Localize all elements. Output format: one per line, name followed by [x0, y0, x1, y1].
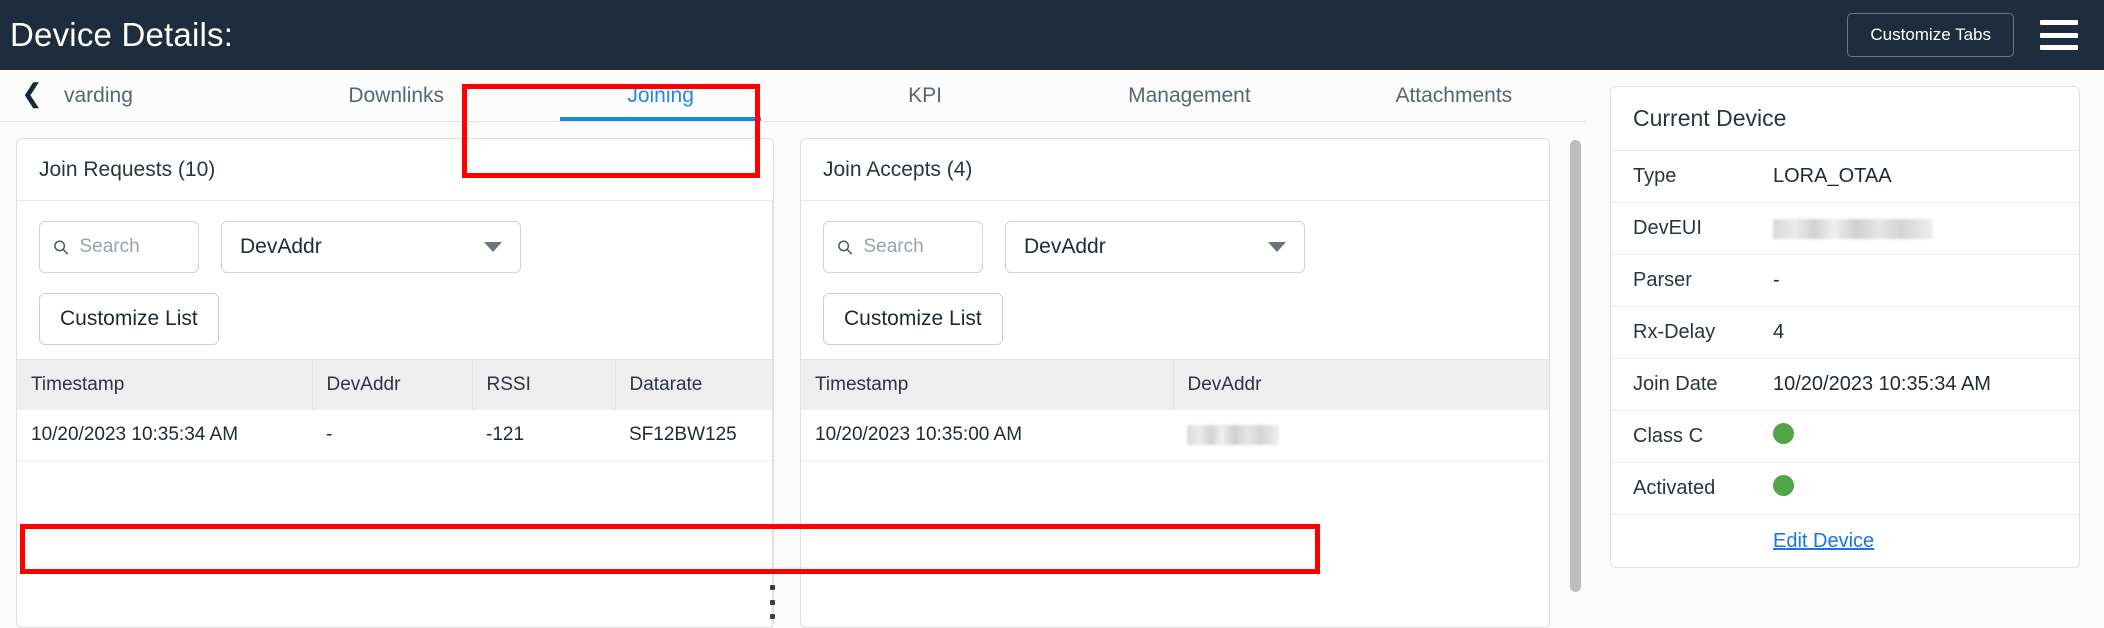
chevron-down-icon [484, 242, 502, 252]
edit-device-link[interactable]: Edit Device [1773, 530, 1874, 553]
row-value [1773, 423, 1794, 450]
column-header-rssi[interactable]: RSSI [472, 359, 616, 410]
app-header: Device Details: Customize Tabs [0, 0, 2104, 70]
cell-devaddr [1173, 410, 1549, 461]
device-row-deveui: DevEUI [1611, 203, 2079, 255]
join-accepts-card: Join Accepts (4) DevAddr Cus [800, 138, 1550, 628]
join-accepts-search-input[interactable] [863, 236, 970, 258]
column-header-datarate[interactable]: Datarate [615, 359, 773, 410]
column-header-timestamp[interactable]: Timestamp [17, 359, 313, 410]
current-device-sidebar: Current Device Type LORA_OTAA DevEUI Par… [1586, 70, 2104, 628]
device-row-activated: Activated [1611, 463, 2079, 515]
tab-forwarding[interactable]: varding [64, 70, 264, 121]
tab-label: Management [1128, 83, 1251, 107]
row-label: Activated [1633, 477, 1716, 499]
current-device-title: Current Device [1611, 87, 2079, 151]
row-label: DevEUI [1633, 217, 1702, 239]
card-right-divider [772, 201, 773, 627]
redacted-devaddr-value [1187, 424, 1279, 445]
join-requests-customize-list-button[interactable]: Customize List [39, 293, 219, 345]
device-row-parser: Parser - [1611, 255, 2079, 307]
tab-label: KPI [908, 83, 942, 107]
row-label: Join Date [1633, 373, 1718, 395]
content-scrollbar[interactable] [1570, 128, 1581, 622]
table-row[interactable]: 10/20/2023 10:35:34 AM - -121 SF12BW125 [17, 410, 773, 461]
join-requests-card: Join Requests (10) DevAddr C [16, 138, 777, 628]
redacted-deveui-value [1773, 218, 1933, 239]
search-icon [54, 240, 69, 255]
column-resize-handle[interactable] [767, 585, 777, 619]
cell-timestamp: 10/20/2023 10:35:34 AM [17, 410, 312, 461]
column-header-timestamp[interactable]: Timestamp [801, 359, 1174, 410]
row-label: Type [1633, 165, 1677, 187]
row-value: 4 [1773, 321, 1785, 343]
tab-label: Attachments [1395, 83, 1513, 107]
status-badge-green-dot-icon [1773, 423, 1794, 444]
tab-management[interactable]: Management [1057, 70, 1321, 121]
row-label: Rx-Delay [1633, 321, 1716, 343]
handle-dot [769, 614, 775, 619]
tabs-scroll-left-chevron-left-icon[interactable]: ❮ [0, 70, 64, 121]
table-header-row: Timestamp DevAddr RSSI Datarate [17, 359, 773, 410]
join-requests-controls: DevAddr Customize List [17, 201, 773, 359]
row-label: Class C [1633, 425, 1704, 447]
device-row-edit: Edit Device [1611, 515, 2079, 567]
chevron-down-icon [1268, 242, 1286, 252]
current-device-card: Current Device Type LORA_OTAA DevEUI Par… [1610, 86, 2080, 568]
table-header-row: Timestamp DevAddr [801, 359, 1549, 410]
column-header-devaddr[interactable]: DevAddr [312, 359, 473, 410]
joining-content-area: Join Requests (10) DevAddr C [0, 122, 1586, 628]
join-accepts-customize-list-button[interactable]: Customize List [823, 293, 1003, 345]
row-value [1773, 475, 1794, 502]
tab-attachments[interactable]: Attachments [1322, 70, 1586, 121]
cell-devaddr: - [312, 410, 472, 461]
join-requests-search-box[interactable] [39, 221, 199, 273]
customize-tabs-button[interactable]: Customize Tabs [1847, 13, 2014, 57]
join-requests-title: Join Requests (10) [17, 139, 773, 201]
handle-dot [769, 585, 775, 590]
cell-datarate: SF12BW125 [615, 410, 773, 461]
handle-dot [769, 599, 775, 605]
header-actions: Customize Tabs [1847, 13, 2078, 57]
join-accepts-search-box[interactable] [823, 221, 983, 273]
row-value [1773, 217, 1933, 240]
join-requests-filter-select[interactable]: DevAddr [221, 221, 521, 273]
tab-downlinks[interactable]: Downlinks [264, 70, 528, 121]
join-requests-filter-value: DevAddr [240, 235, 322, 258]
content-scrollbar-thumb[interactable] [1570, 140, 1581, 592]
status-badge-green-dot-icon [1773, 475, 1794, 496]
hamburger-menu-icon[interactable] [2040, 20, 2078, 50]
join-requests-table: Timestamp DevAddr RSSI Datarate 10/20/20… [17, 359, 773, 461]
column-header-devaddr[interactable]: DevAddr [1173, 359, 1549, 410]
hamburger-bar [2040, 32, 2078, 38]
tab-bar: ❮ varding Downlinks Joining KPI Manageme… [0, 70, 1586, 122]
tab-joining[interactable]: Joining [528, 70, 792, 121]
row-value: 10/20/2023 10:35:34 AM [1773, 373, 1991, 395]
cell-timestamp: 10/20/2023 10:35:00 AM [801, 410, 1173, 461]
tab-label: Joining [627, 83, 694, 107]
tab-label: Downlinks [348, 83, 445, 107]
search-icon [838, 240, 853, 255]
device-row-class-c: Class C [1611, 411, 2079, 463]
join-accepts-table: Timestamp DevAddr 10/20/2023 10:35:00 AM [801, 359, 1549, 461]
tab-label: varding [64, 83, 133, 107]
tab-kpi[interactable]: KPI [793, 70, 1057, 121]
page-title: Device Details: [10, 16, 234, 53]
join-accepts-title: Join Accepts (4) [801, 139, 1549, 201]
join-accepts-filter-value: DevAddr [1024, 235, 1106, 258]
join-accepts-filter-select[interactable]: DevAddr [1005, 221, 1305, 273]
cell-rssi: -121 [472, 410, 615, 461]
row-label: Parser [1633, 269, 1692, 291]
device-row-type: Type LORA_OTAA [1611, 151, 2079, 203]
device-row-rx-delay: Rx-Delay 4 [1611, 307, 2079, 359]
device-details-page: Device Details: Customize Tabs ❮ varding… [0, 0, 2104, 628]
row-value: - [1773, 269, 1780, 291]
join-requests-search-input[interactable] [79, 236, 186, 258]
row-value: LORA_OTAA [1773, 165, 1892, 187]
table-row[interactable]: 10/20/2023 10:35:00 AM [801, 410, 1549, 461]
join-accepts-controls: DevAddr Customize List [801, 201, 1549, 359]
hamburger-bar [2040, 20, 2078, 25]
device-row-join-date: Join Date 10/20/2023 10:35:34 AM [1611, 359, 2079, 411]
hamburger-bar [2040, 45, 2078, 50]
